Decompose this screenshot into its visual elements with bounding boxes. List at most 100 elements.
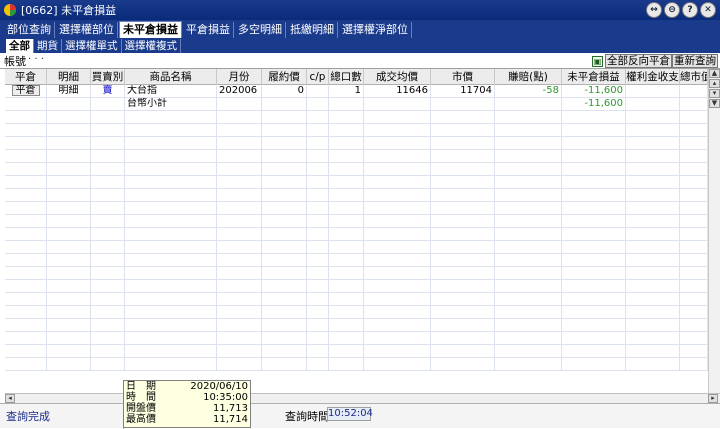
tab-option-net-position[interactable]: 選擇權淨部位 bbox=[339, 22, 412, 38]
empty-cell bbox=[262, 137, 307, 150]
market-price-cell: 11704 bbox=[431, 85, 495, 98]
col-side[interactable]: 買賣別 bbox=[91, 69, 125, 85]
subtab-option-single[interactable]: 選擇權單式 bbox=[62, 39, 122, 53]
empty-cell bbox=[307, 345, 329, 358]
col-unrealized-pnl[interactable]: 未平倉損益 bbox=[562, 69, 626, 85]
empty-cell bbox=[125, 215, 217, 228]
empty-cell bbox=[47, 306, 91, 319]
empty-cell bbox=[47, 176, 91, 189]
col-month[interactable]: 月份 bbox=[217, 69, 262, 85]
empty-cell bbox=[47, 189, 91, 202]
tab-option-position[interactable]: 選擇權部位 bbox=[56, 22, 118, 38]
close-position-button[interactable]: 平倉 bbox=[11, 85, 40, 96]
empty-cell bbox=[329, 111, 364, 124]
empty-cell bbox=[364, 254, 431, 267]
empty-cell bbox=[262, 176, 307, 189]
title-bar: [0662] 未平倉損益 ↔ ⊖ ? ✕ bbox=[0, 0, 720, 20]
col-market-price[interactable]: 市價 bbox=[431, 69, 495, 85]
subtab-futures[interactable]: 期貨 bbox=[34, 39, 62, 53]
col-product[interactable]: 商品名稱 bbox=[125, 69, 217, 85]
col-close[interactable]: 平倉 bbox=[5, 69, 47, 85]
col-pnl-points[interactable]: 賺賠(點) bbox=[495, 69, 562, 85]
empty-cell bbox=[364, 280, 431, 293]
reverse-all-checkbox[interactable]: ▣ bbox=[592, 55, 603, 67]
empty-cell bbox=[562, 163, 626, 176]
empty-cell bbox=[431, 332, 495, 345]
scroll-left-icon[interactable]: ◂ bbox=[5, 394, 15, 403]
empty-cell bbox=[5, 332, 47, 345]
tab-long-short-detail[interactable]: 多空明細 bbox=[235, 22, 286, 38]
empty-cell bbox=[626, 137, 680, 150]
tab-collateral-detail[interactable]: 抵繳明細 bbox=[287, 22, 338, 38]
tooltip-row: 最高價 11,714 bbox=[124, 414, 250, 425]
col-avg-price[interactable]: 成交均價 bbox=[364, 69, 431, 85]
empty-cell bbox=[217, 332, 262, 345]
empty-cell bbox=[307, 280, 329, 293]
tooltip-label: 日 期 bbox=[126, 381, 156, 392]
empty-cell bbox=[626, 280, 680, 293]
empty-cell bbox=[217, 215, 262, 228]
col-detail[interactable]: 明細 bbox=[47, 69, 91, 85]
subtotal-row: 台幣小計 -11,600 bbox=[5, 98, 708, 111]
empty-cell bbox=[91, 111, 125, 124]
col-premium[interactable]: 權利金收支 bbox=[626, 69, 680, 85]
horizontal-scrollbar[interactable]: ◂ ▸ bbox=[5, 393, 720, 403]
empty-cell bbox=[217, 189, 262, 202]
empty-cell bbox=[217, 267, 262, 280]
resize-icon[interactable]: ↔ bbox=[646, 2, 662, 18]
scroll-right-icon[interactable]: ▸ bbox=[708, 394, 718, 403]
empty-cell bbox=[680, 319, 708, 332]
empty-cell bbox=[364, 293, 431, 306]
empty-cell bbox=[680, 176, 708, 189]
empty-cell bbox=[329, 293, 364, 306]
empty-cell bbox=[47, 293, 91, 306]
empty-cell bbox=[626, 319, 680, 332]
empty-row bbox=[5, 124, 708, 137]
reverse-all-button[interactable]: 全部反向平倉 bbox=[605, 54, 672, 68]
empty-cell bbox=[47, 280, 91, 293]
detail-link[interactable]: 明細 bbox=[59, 85, 79, 96]
tab-unrealized-pnl[interactable]: 未平倉損益 bbox=[119, 21, 182, 38]
empty-cell bbox=[47, 241, 91, 254]
empty-rows bbox=[5, 111, 708, 371]
empty-cell bbox=[262, 124, 307, 137]
subtab-all[interactable]: 全部 bbox=[6, 39, 34, 53]
requery-button[interactable]: 重新查詢 bbox=[672, 54, 718, 68]
col-strike[interactable]: 履約價 bbox=[262, 69, 307, 85]
empty-cell bbox=[431, 137, 495, 150]
help-icon[interactable]: ? bbox=[682, 2, 698, 18]
quote-tooltip: 日 期 2020/06/10 時 間 10:35:00 開盤價 11,713 最高價 1… bbox=[123, 380, 251, 428]
empty-cell bbox=[495, 254, 562, 267]
empty-cell bbox=[91, 332, 125, 345]
empty-cell bbox=[262, 267, 307, 280]
empty-cell bbox=[680, 345, 708, 358]
empty-cell bbox=[47, 319, 91, 332]
empty-cell bbox=[626, 176, 680, 189]
empty-row bbox=[5, 241, 708, 254]
close-icon[interactable]: ✕ bbox=[700, 2, 716, 18]
empty-cell bbox=[364, 241, 431, 254]
col-qty[interactable]: 總口數 bbox=[329, 69, 364, 85]
col-cp[interactable]: c/p bbox=[307, 69, 329, 85]
scroll-bottom-icon[interactable]: ▼ bbox=[709, 99, 720, 108]
vertical-scrollbar[interactable]: ▲ ▴ ▾ ▼ bbox=[708, 69, 720, 393]
subtab-option-complex[interactable]: 選擇權複式 bbox=[122, 39, 181, 53]
empty-cell bbox=[562, 189, 626, 202]
empty-cell bbox=[329, 189, 364, 202]
empty-cell bbox=[262, 228, 307, 241]
empty-cell bbox=[495, 111, 562, 124]
scroll-top-icon[interactable]: ▲ bbox=[709, 69, 720, 78]
empty-cell bbox=[364, 163, 431, 176]
empty-row bbox=[5, 345, 708, 358]
tab-realized-pnl[interactable]: 平倉損益 bbox=[183, 22, 234, 38]
tab-position-query[interactable]: 部位查詢 bbox=[4, 22, 55, 38]
scroll-down-icon[interactable]: ▾ bbox=[709, 89, 720, 98]
table-row[interactable]: 平倉 明細 賣 大台指 202006 0 1 11646 11704 -58 -… bbox=[5, 85, 708, 98]
scroll-up-icon[interactable]: ▴ bbox=[709, 79, 720, 88]
month-cell: 202006 bbox=[217, 85, 262, 98]
col-market-value[interactable]: 總市值 bbox=[680, 69, 708, 85]
tooltip-value: 10:35:00 bbox=[203, 392, 248, 403]
empty-cell bbox=[125, 163, 217, 176]
account-field[interactable]: · · · bbox=[28, 54, 188, 67]
minimize-icon[interactable]: ⊖ bbox=[664, 2, 680, 18]
